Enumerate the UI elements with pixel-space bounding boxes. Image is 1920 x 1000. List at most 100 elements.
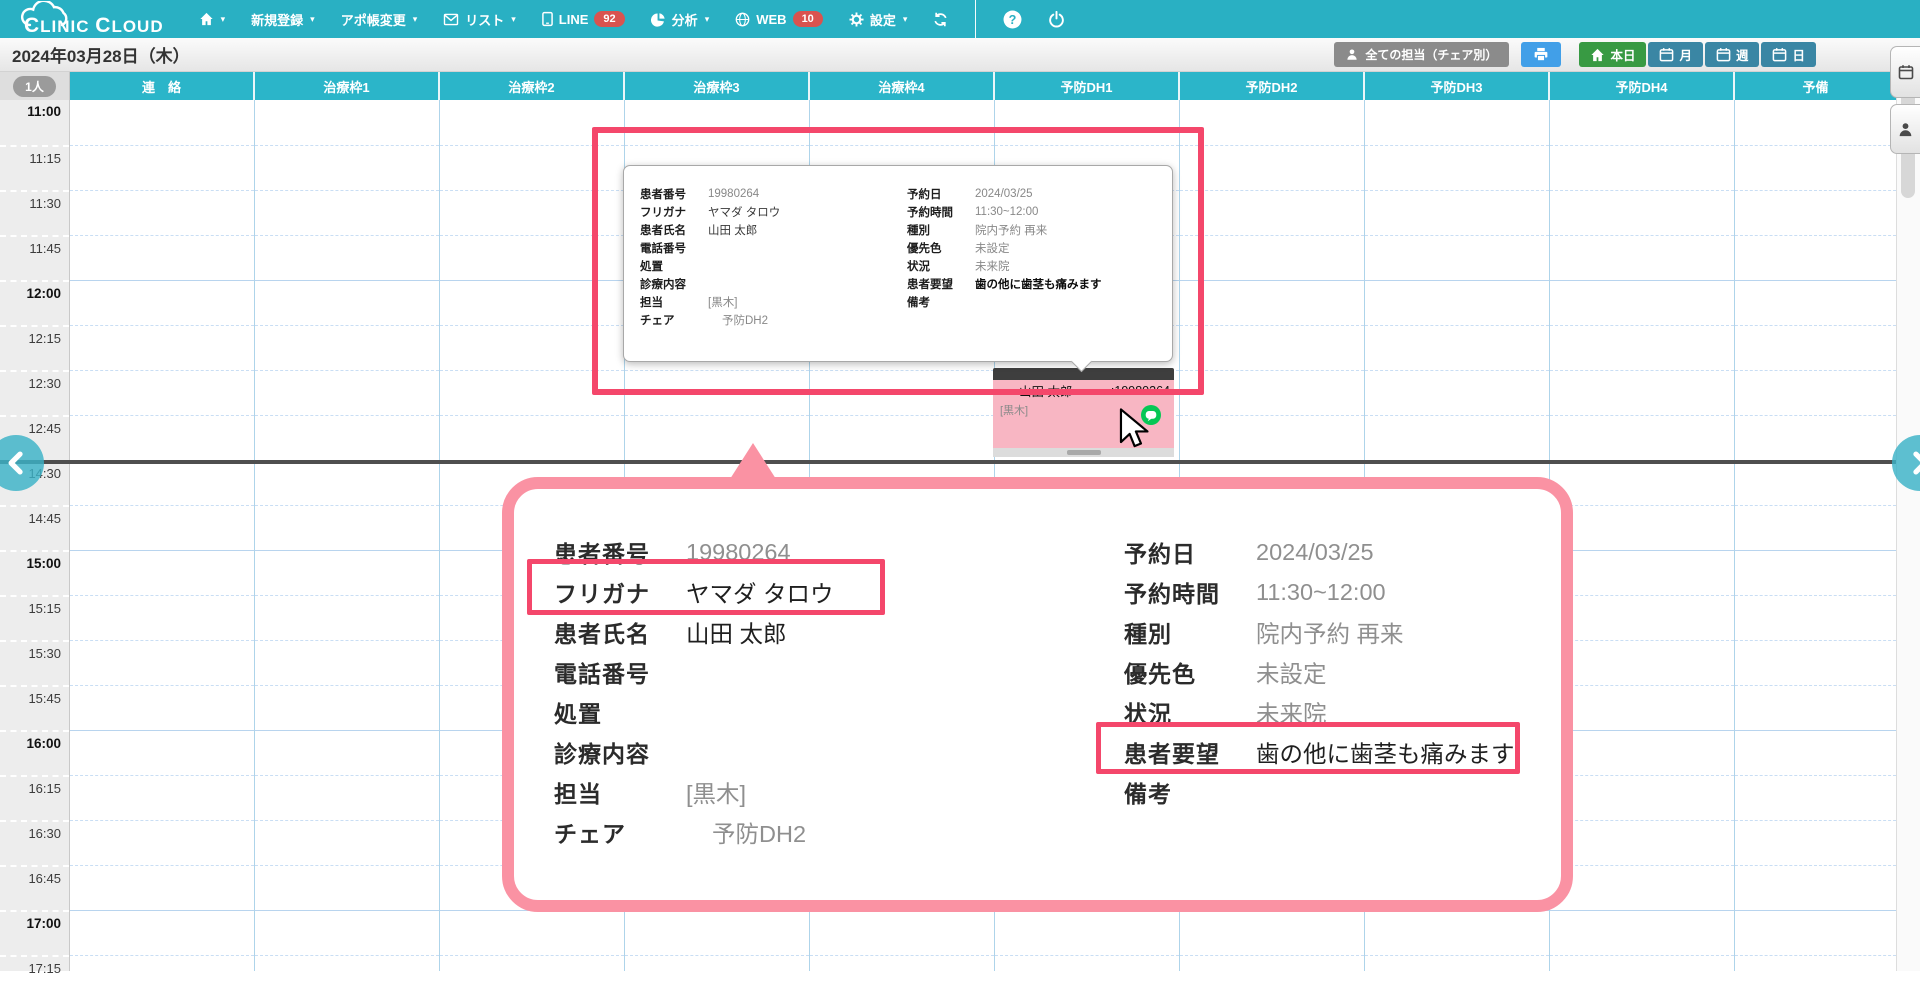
schedule-cell[interactable]: [1550, 640, 1734, 685]
schedule-cell[interactable]: [1735, 685, 1896, 730]
schedule-cell[interactable]: [70, 820, 254, 865]
schedule-cell[interactable]: [255, 955, 439, 1000]
schedule-cell[interactable]: [70, 100, 254, 145]
schedule-cell[interactable]: [1365, 955, 1549, 1000]
schedule-cell[interactable]: [70, 145, 254, 190]
schedule-cell[interactable]: [1180, 100, 1364, 145]
schedule-cell[interactable]: [1180, 325, 1364, 370]
schedule-cell[interactable]: [1735, 775, 1896, 820]
schedule-cell[interactable]: [70, 235, 254, 280]
schedule-cell[interactable]: [1735, 865, 1896, 910]
schedule-cell[interactable]: [1550, 145, 1734, 190]
schedule-cell[interactable]: [1550, 325, 1734, 370]
schedule-cell[interactable]: [255, 775, 439, 820]
schedule-cell[interactable]: [1180, 235, 1364, 280]
schedule-cell[interactable]: [1365, 100, 1549, 145]
schedule-cell[interactable]: [255, 550, 439, 595]
schedule-cell[interactable]: [810, 955, 994, 1000]
schedule-cell[interactable]: [255, 910, 439, 955]
schedule-cell[interactable]: [1365, 145, 1549, 190]
nav-item-appointment-book-change[interactable]: アポ帳変更▾: [328, 0, 431, 38]
schedule-cell[interactable]: [1365, 415, 1549, 460]
schedule-cell[interactable]: [1550, 865, 1734, 910]
schedule-cell[interactable]: [1550, 955, 1734, 1000]
schedule-cell[interactable]: [70, 370, 254, 415]
staff-panel-tab[interactable]: [1890, 104, 1920, 154]
schedule-cell[interactable]: [1180, 370, 1364, 415]
schedule-cell[interactable]: [1735, 640, 1896, 685]
schedule-cell[interactable]: [1180, 415, 1364, 460]
schedule-cell[interactable]: [70, 685, 254, 730]
schedule-cell[interactable]: [1550, 460, 1734, 505]
schedule-cell[interactable]: [255, 100, 439, 145]
schedule-cell[interactable]: [1365, 190, 1549, 235]
schedule-cell[interactable]: [1550, 100, 1734, 145]
schedule-cell[interactable]: [1550, 505, 1734, 550]
schedule-cell[interactable]: [255, 325, 439, 370]
schedule-cell[interactable]: [995, 955, 1179, 1000]
schedule-cell[interactable]: [1180, 955, 1364, 1000]
schedule-cell[interactable]: [1365, 370, 1549, 415]
schedule-cell[interactable]: [1365, 235, 1549, 280]
schedule-cell[interactable]: [1365, 325, 1549, 370]
schedule-cell[interactable]: [1180, 190, 1364, 235]
schedule-cell[interactable]: [440, 955, 624, 1000]
today-view-button[interactable]: 本日: [1579, 42, 1646, 67]
schedule-cell[interactable]: [255, 865, 439, 910]
help-button[interactable]: ?: [990, 0, 1035, 38]
schedule-cell[interactable]: [70, 325, 254, 370]
schedule-cell[interactable]: [1735, 100, 1896, 145]
schedule-cell[interactable]: [255, 235, 439, 280]
schedule-cell[interactable]: [1180, 910, 1364, 955]
schedule-cell[interactable]: [1550, 910, 1734, 955]
schedule-cell[interactable]: [1735, 460, 1896, 505]
schedule-cell[interactable]: [1550, 820, 1734, 865]
schedule-cell[interactable]: [255, 730, 439, 775]
schedule-cell[interactable]: [1735, 910, 1896, 955]
nav-item-analysis[interactable]: 分析▾: [638, 0, 723, 38]
schedule-cell[interactable]: [70, 280, 254, 325]
schedule-cell[interactable]: [70, 640, 254, 685]
schedule-cell[interactable]: [1550, 730, 1734, 775]
schedule-cell[interactable]: [70, 190, 254, 235]
schedule-cell[interactable]: [1735, 820, 1896, 865]
schedule-cell[interactable]: [1550, 595, 1734, 640]
schedule-cell[interactable]: [1735, 595, 1896, 640]
schedule-cell[interactable]: [255, 415, 439, 460]
nav-item-line[interactable]: LINE92: [529, 0, 638, 38]
schedule-cell[interactable]: [1735, 190, 1896, 235]
schedule-cell[interactable]: [70, 730, 254, 775]
schedule-cell[interactable]: [1180, 280, 1364, 325]
schedule-cell[interactable]: [1550, 280, 1734, 325]
schedule-cell[interactable]: [255, 505, 439, 550]
schedule-cell[interactable]: [70, 460, 254, 505]
nav-item-new-registration[interactable]: 新規登録▾: [238, 0, 328, 38]
schedule-cell[interactable]: [1550, 775, 1734, 820]
all-staff-by-chair-button[interactable]: 全ての担当（チェア別）: [1334, 42, 1509, 67]
schedule-cell[interactable]: [255, 145, 439, 190]
print-button[interactable]: [1521, 42, 1561, 67]
schedule-cell[interactable]: [1735, 325, 1896, 370]
mini-calendar-tab[interactable]: [1890, 46, 1920, 98]
schedule-cell[interactable]: [1550, 190, 1734, 235]
schedule-cell[interactable]: [1365, 280, 1549, 325]
schedule-cell[interactable]: [1550, 415, 1734, 460]
schedule-cell[interactable]: [70, 505, 254, 550]
month-view-button[interactable]: 月: [1648, 42, 1703, 67]
schedule-cell[interactable]: [1735, 145, 1896, 190]
schedule-cell[interactable]: [995, 910, 1179, 955]
schedule-cell[interactable]: [810, 415, 994, 460]
schedule-cell[interactable]: [1735, 280, 1896, 325]
schedule-cell[interactable]: [255, 460, 439, 505]
nav-item-refresh[interactable]: [920, 0, 961, 38]
schedule-cell[interactable]: [625, 910, 809, 955]
schedule-cell[interactable]: [440, 415, 624, 460]
schedule-cell[interactable]: [1735, 415, 1896, 460]
schedule-cell[interactable]: [1735, 730, 1896, 775]
vertical-scrollbar[interactable]: [1896, 72, 1920, 971]
schedule-cell[interactable]: [1550, 685, 1734, 730]
schedule-cell[interactable]: [1550, 370, 1734, 415]
schedule-cell[interactable]: [255, 685, 439, 730]
schedule-cell[interactable]: [255, 190, 439, 235]
schedule-cell[interactable]: [70, 550, 254, 595]
